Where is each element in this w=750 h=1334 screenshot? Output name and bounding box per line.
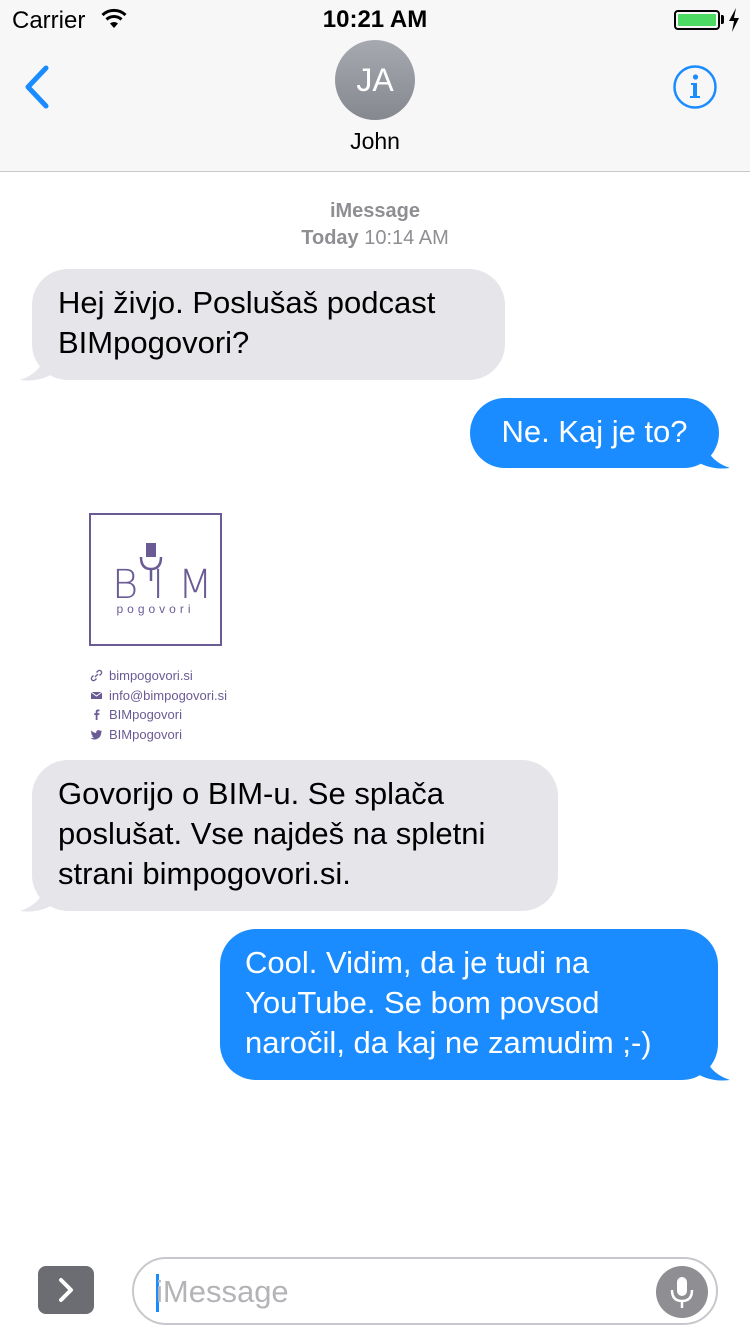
link-text: bimpogovori.si xyxy=(109,668,193,684)
logo-subtitle: pogovori xyxy=(116,602,195,616)
charging-icon xyxy=(729,8,739,32)
facebook-icon xyxy=(94,709,100,721)
link-icon xyxy=(90,670,103,682)
message-line: Cool. Vidim, da je tudi na xyxy=(245,945,590,980)
message-input[interactable] xyxy=(156,1269,636,1315)
message-line: Hej živjo. Poslušaš podcast xyxy=(58,285,436,320)
chevron-left-icon xyxy=(25,65,49,109)
message-bubble-outgoing[interactable]: Cool. Vidim, da je tudi na YouTube. Se b… xyxy=(220,929,718,1080)
service-label: iMessage xyxy=(329,200,421,222)
info-button[interactable] xyxy=(672,64,718,110)
mail-icon xyxy=(90,691,103,699)
link-row: info@bimpogovori.si xyxy=(90,686,227,706)
message-line: strani bimpogovori.si. xyxy=(58,856,351,891)
link-text: BIMpogovori xyxy=(109,707,182,723)
link-row: bimpogovori.si xyxy=(90,666,227,686)
back-button[interactable] xyxy=(18,62,58,112)
info-icon xyxy=(673,65,717,109)
battery-icon xyxy=(674,10,720,30)
avatar[interactable]: JA xyxy=(335,40,415,120)
status-bar: Carrier 10:21 AM xyxy=(0,0,750,40)
message-line: BIMpogovori? xyxy=(58,325,250,360)
link-row: BIMpogovori xyxy=(90,705,227,725)
message-bubble-incoming[interactable]: Govorijo o BIM-u. Se splača poslušat. Vs… xyxy=(32,760,558,911)
timestamp-day: Today xyxy=(301,227,359,249)
message-bubble-outgoing[interactable]: Ne. Kaj je to? xyxy=(470,398,719,468)
twitter-icon xyxy=(90,729,102,740)
message-line: Ne. Kaj je to? xyxy=(501,414,688,449)
message-line: YouTube. Se bom povsod xyxy=(245,985,600,1020)
chevron-right-icon xyxy=(59,1278,73,1302)
message-bubble-incoming[interactable]: Hej živjo. Poslušaš podcast BIMpogovori? xyxy=(32,269,505,380)
microphone-icon xyxy=(670,1277,694,1308)
message-composer xyxy=(132,1257,718,1325)
message-line: Govorijo o BIM-u. Se splača xyxy=(58,776,444,811)
timestamp: Today 10:14 AM xyxy=(0,227,750,250)
link-row: BIMpogovori xyxy=(90,725,227,745)
apps-button[interactable] xyxy=(38,1266,94,1314)
battery-cap xyxy=(721,15,724,24)
contact-name[interactable]: John xyxy=(0,128,750,155)
contact-links: bimpogovori.si info@bimpogovori.si BIMpo… xyxy=(90,666,227,744)
link-text: info@bimpogovori.si xyxy=(109,687,227,703)
link-text: BIMpogovori xyxy=(109,726,182,742)
message-line: naročil, da kaj ne zamudim ;-) xyxy=(245,1025,652,1060)
dictation-button[interactable] xyxy=(656,1266,708,1318)
message-line: poslušat. Vse najdeš na spletni xyxy=(58,816,486,851)
timestamp-time: 10:14 AM xyxy=(364,227,449,249)
clock: 10:21 AM xyxy=(322,6,428,33)
